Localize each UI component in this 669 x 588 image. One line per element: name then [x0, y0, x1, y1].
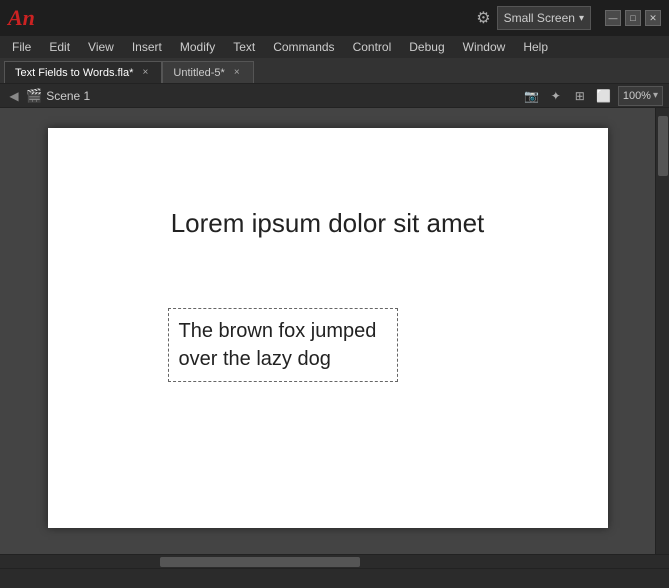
zoom-value: 100%: [623, 90, 651, 102]
tab-label-1: Untitled-5*: [173, 67, 224, 79]
minimize-button[interactable]: —: [605, 10, 621, 26]
menu-item-view[interactable]: View: [80, 36, 122, 58]
zoom-control[interactable]: 100% ▾: [618, 86, 663, 106]
zoom-dropdown-arrow[interactable]: ▾: [653, 90, 658, 101]
vertical-scrollbar-thumb[interactable]: [658, 116, 668, 176]
app-logo: An: [8, 5, 35, 31]
tab-close-0[interactable]: ×: [139, 67, 151, 79]
menu-item-window[interactable]: Window: [455, 36, 514, 58]
canvas-inner: Lorem ipsum dolor sit amet The brown fox…: [0, 108, 669, 554]
static-text: Lorem ipsum dolor sit amet: [171, 208, 485, 239]
menu-item-modify[interactable]: Modify: [172, 36, 223, 58]
vertical-scrollbar[interactable]: [655, 108, 669, 554]
canvas-wrapper: Lorem ipsum dolor sit amet The brown fox…: [0, 108, 669, 568]
scene-bar-right: 📷 ✦ ⊞ ⬜ 100% ▾: [522, 86, 663, 106]
align-icon[interactable]: ⊞: [570, 86, 590, 106]
screen-selector[interactable]: Small Screen ▾: [497, 6, 591, 30]
chevron-down-icon: ▾: [579, 13, 584, 24]
stage: Lorem ipsum dolor sit amet The brown fox…: [0, 108, 655, 554]
horizontal-scrollbar[interactable]: [0, 554, 669, 568]
scene-name: Scene 1: [46, 89, 90, 103]
film-icon: 🎬: [26, 88, 42, 104]
main-area: Lorem ipsum dolor sit amet The brown fox…: [0, 108, 669, 568]
transform-icon[interactable]: ✦: [546, 86, 566, 106]
text-field-box[interactable]: The brown fox jumped over the lazy dog: [168, 308, 398, 382]
camera-icon[interactable]: 📷: [522, 86, 542, 106]
status-bar: [0, 568, 669, 588]
maximize-button[interactable]: □: [625, 10, 641, 26]
menu-item-help[interactable]: Help: [515, 36, 556, 58]
menu-item-insert[interactable]: Insert: [124, 36, 170, 58]
menu-item-edit[interactable]: Edit: [41, 36, 78, 58]
scene-bar: ◀ 🎬 Scene 1 📷 ✦ ⊞ ⬜ 100% ▾: [0, 84, 669, 108]
title-bar-right: ⚙ Small Screen ▾ — □ ✕: [476, 6, 661, 30]
menu-item-text[interactable]: Text: [225, 36, 263, 58]
menu-item-control[interactable]: Control: [345, 36, 400, 58]
tab-1[interactable]: Untitled-5* ×: [162, 61, 253, 83]
canvas-area[interactable]: Lorem ipsum dolor sit amet The brown fox…: [0, 108, 655, 554]
menu-item-file[interactable]: File: [4, 36, 39, 58]
screen-selector-label: Small Screen: [504, 11, 575, 25]
menu-item-commands[interactable]: Commands: [265, 36, 342, 58]
window-controls: — □ ✕: [605, 10, 661, 26]
menu-item-debug[interactable]: Debug: [401, 36, 452, 58]
back-arrow[interactable]: ◀: [6, 88, 22, 104]
tabs-bar: Text Fields to Words.fla* × Untitled-5* ×: [0, 58, 669, 84]
scene-bar-left: ◀ 🎬 Scene 1: [6, 88, 518, 104]
resize-icon[interactable]: ⬜: [594, 86, 614, 106]
white-canvas: Lorem ipsum dolor sit amet The brown fox…: [48, 128, 608, 528]
tab-label-0: Text Fields to Words.fla*: [15, 67, 133, 79]
horizontal-scrollbar-thumb[interactable]: [160, 557, 360, 567]
tab-close-1[interactable]: ×: [231, 67, 243, 79]
close-button[interactable]: ✕: [645, 10, 661, 26]
menu-bar: FileEditViewInsertModifyTextCommandsCont…: [0, 36, 669, 58]
title-bar: An ⚙ Small Screen ▾ — □ ✕: [0, 0, 669, 36]
tab-0[interactable]: Text Fields to Words.fla* ×: [4, 61, 162, 83]
screen-settings-icon[interactable]: ⚙: [476, 8, 490, 28]
